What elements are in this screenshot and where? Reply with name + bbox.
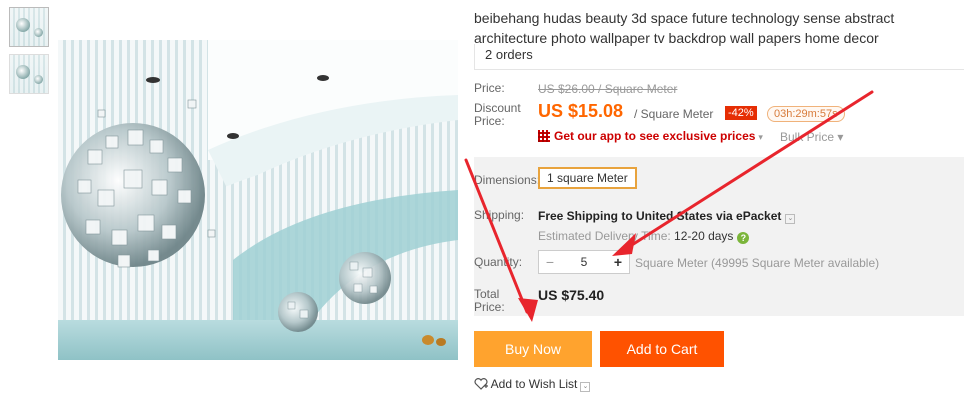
dimension-option[interactable]: 1 square Meter xyxy=(538,167,637,189)
app-price-link[interactable]: Get our app to see exclusive prices ▾ xyxy=(538,129,763,143)
dimensions-label: Dimensions: xyxy=(474,173,541,187)
total-price-label: Total Price: xyxy=(474,287,505,314)
bulk-price-toggle[interactable]: Bulk Price ▾ xyxy=(780,130,843,144)
heart-plus-icon xyxy=(474,378,488,390)
thumbnail-1[interactable] xyxy=(9,7,49,47)
price-unit: / Square Meter xyxy=(634,107,714,121)
countdown-timer: 03h:29m:57s xyxy=(767,106,845,122)
shipping-method-text: Free Shipping to United States via ePack… xyxy=(538,209,782,223)
thumbnail-list xyxy=(9,7,51,101)
product-title: beibehang hudas beauty 3d space future t… xyxy=(474,10,895,46)
total-price: US $75.40 xyxy=(538,287,605,303)
discount-price-label: Discount Price: xyxy=(474,101,521,128)
discount-price: US $15.08 xyxy=(538,101,624,121)
quantity-stepper: − 5 + xyxy=(538,250,630,274)
quantity-availability: Square Meter (49995 Square Meter availab… xyxy=(635,256,880,270)
price-label: Price: xyxy=(474,81,505,95)
buy-now-button[interactable]: Buy Now xyxy=(474,331,592,367)
chevron-down-icon[interactable]: ⌄ xyxy=(580,382,591,392)
orders-count[interactable]: 2 orders xyxy=(474,44,964,70)
quantity-input[interactable]: 5 xyxy=(561,255,607,269)
original-price: US $26.00 / Square Meter xyxy=(538,82,678,96)
app-link-text[interactable]: Get our app to see exclusive prices xyxy=(554,129,755,143)
product-info-panel: beibehang hudas beauty 3d space future t… xyxy=(474,0,964,404)
product-main-image xyxy=(58,40,458,360)
quantity-label: Quantity: xyxy=(474,255,523,269)
help-icon[interactable]: ? xyxy=(737,232,750,244)
add-to-cart-button[interactable]: Add to Cart xyxy=(600,331,724,367)
estimated-delivery-prefix: Estimated Delivery Time: xyxy=(538,229,671,243)
chevron-down-icon: ▾ xyxy=(758,132,763,142)
quantity-increment-button[interactable]: + xyxy=(607,254,629,270)
product-page: beibehang hudas beauty 3d space future t… xyxy=(0,0,964,404)
discount-badge: -42% xyxy=(725,106,757,120)
shipping-label: Shipping: xyxy=(474,208,525,222)
wishlist-text: Add to Wish List xyxy=(490,377,578,391)
add-to-wishlist-link[interactable]: Add to Wish List ⌄ xyxy=(474,377,591,392)
estimated-delivery-days: 12-20 days xyxy=(674,229,734,243)
estimated-delivery: Estimated Delivery Time: 12-20 days? xyxy=(538,229,750,244)
thumbnail-2[interactable] xyxy=(9,54,49,94)
chevron-down-icon[interactable]: ⌄ xyxy=(785,214,796,224)
qr-code-icon xyxy=(538,130,550,142)
shipping-method[interactable]: Free Shipping to United States via ePack… xyxy=(538,209,796,224)
quantity-decrement-button[interactable]: − xyxy=(539,254,561,270)
